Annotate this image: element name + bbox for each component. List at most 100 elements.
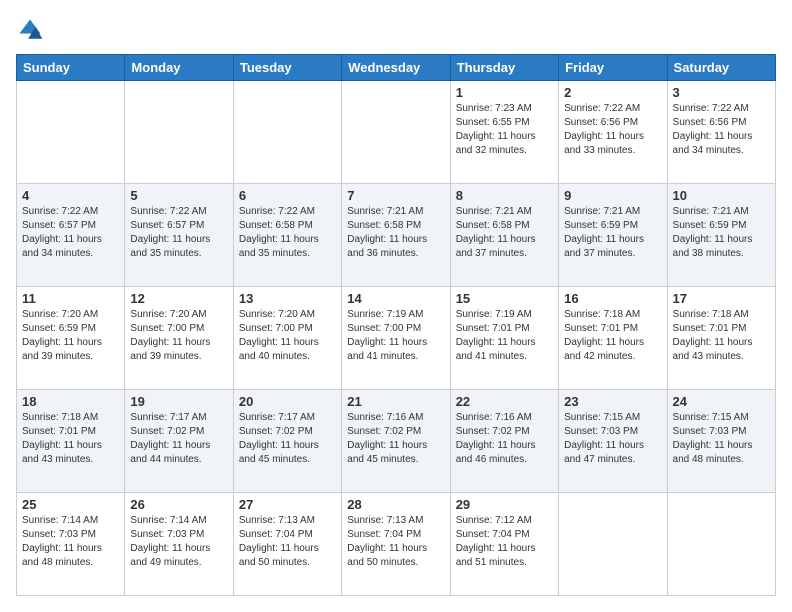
day-number: 19 <box>130 394 227 409</box>
day-info: Sunrise: 7:20 AM Sunset: 7:00 PM Dayligh… <box>239 308 336 364</box>
calendar-cell: 13 Sunrise: 7:20 AM Sunset: 7:00 PM Dayli… <box>233 287 341 390</box>
day-number: 15 <box>456 291 553 306</box>
day-info: Sunrise: 7:21 AM Sunset: 6:58 PM Dayligh… <box>347 205 444 261</box>
calendar-cell: 18Sunrise: 7:18 AM Sunset: 7:01 PM Dayli… <box>17 390 125 493</box>
day-number: 12 <box>130 291 227 306</box>
day-number: 11 <box>22 291 119 306</box>
calendar-cell <box>233 81 341 184</box>
calendar-cell: 4 Sunrise: 7:22 AM Sunset: 6:57 PM Daylig… <box>17 184 125 287</box>
calendar-week-row: 25 Sunrise: 7:14 AM Sunset: 7:03 PM Dayli… <box>17 493 776 596</box>
calendar-cell: 29 Sunrise: 7:12 AM Sunset: 7:04 PM Dayli… <box>450 493 558 596</box>
calendar-cell: 23 Sunrise: 7:15 AM Sunset: 7:03 PM Dayli… <box>559 390 667 493</box>
day-info: Sunrise: 7:14 AM Sunset: 7:03 PM Dayligh… <box>130 514 227 570</box>
day-info: Sunrise: 7:19 AM Sunset: 7:00 PM Dayligh… <box>347 308 444 364</box>
day-number: 8 <box>456 188 553 203</box>
day-number: 5 <box>130 188 227 203</box>
page: SundayMondayTuesdayWednesdayThursdayFrid… <box>0 0 792 612</box>
calendar-cell <box>125 81 233 184</box>
day-number: 14 <box>347 291 444 306</box>
calendar-cell: 21 Sunrise: 7:16 AM Sunset: 7:02 PM Dayli… <box>342 390 450 493</box>
day-number: 9 <box>564 188 661 203</box>
day-info: Sunrise: 7:20 AM Sunset: 6:59 PM Dayligh… <box>22 308 119 364</box>
calendar-header-sunday: Sunday <box>17 55 125 81</box>
calendar-cell: 7 Sunrise: 7:21 AM Sunset: 6:58 PM Daylig… <box>342 184 450 287</box>
calendar-cell: 17 Sunrise: 7:18 AM Sunset: 7:01 PM Dayli… <box>667 287 775 390</box>
day-number: 23 <box>564 394 661 409</box>
calendar-cell: 8 Sunrise: 7:21 AM Sunset: 6:58 PM Daylig… <box>450 184 558 287</box>
calendar-week-row: 1 Sunrise: 7:23 AM Sunset: 6:55 PM Daylig… <box>17 81 776 184</box>
day-info: Sunrise: 7:22 AM Sunset: 6:56 PM Dayligh… <box>564 102 661 158</box>
day-number: 25 <box>22 497 119 512</box>
day-number: 28 <box>347 497 444 512</box>
calendar-cell: 24 Sunrise: 7:15 AM Sunset: 7:03 PM Dayli… <box>667 390 775 493</box>
calendar-cell: 12 Sunrise: 7:20 AM Sunset: 7:00 PM Dayli… <box>125 287 233 390</box>
day-number: 10 <box>673 188 770 203</box>
day-info: Sunrise: 7:18 AM Sunset: 7:01 PM Dayligh… <box>564 308 661 364</box>
day-info: Sunrise: 7:22 AM Sunset: 6:57 PM Dayligh… <box>130 205 227 261</box>
calendar-cell <box>342 81 450 184</box>
day-info: Sunrise: 7:17 AM Sunset: 7:02 PM Dayligh… <box>130 411 227 467</box>
day-info: Sunrise: 7:13 AM Sunset: 7:04 PM Dayligh… <box>239 514 336 570</box>
header <box>16 16 776 44</box>
calendar-header-friday: Friday <box>559 55 667 81</box>
calendar-cell: 14 Sunrise: 7:19 AM Sunset: 7:00 PM Dayli… <box>342 287 450 390</box>
day-info: Sunrise: 7:14 AM Sunset: 7:03 PM Dayligh… <box>22 514 119 570</box>
calendar-cell: 3 Sunrise: 7:22 AM Sunset: 6:56 PM Daylig… <box>667 81 775 184</box>
day-info: Sunrise: 7:16 AM Sunset: 7:02 PM Dayligh… <box>456 411 553 467</box>
calendar-cell: 10 Sunrise: 7:21 AM Sunset: 6:59 PM Dayli… <box>667 184 775 287</box>
calendar-cell: 25 Sunrise: 7:14 AM Sunset: 7:03 PM Dayli… <box>17 493 125 596</box>
calendar-cell: 2 Sunrise: 7:22 AM Sunset: 6:56 PM Daylig… <box>559 81 667 184</box>
day-info: Sunrise: 7:22 AM Sunset: 6:57 PM Dayligh… <box>22 205 119 261</box>
calendar-cell: 11 Sunrise: 7:20 AM Sunset: 6:59 PM Dayli… <box>17 287 125 390</box>
day-number: 16 <box>564 291 661 306</box>
day-info: Sunrise: 7:12 AM Sunset: 7:04 PM Dayligh… <box>456 514 553 570</box>
calendar-cell: 27 Sunrise: 7:13 AM Sunset: 7:04 PM Dayli… <box>233 493 341 596</box>
calendar-header-row: SundayMondayTuesdayWednesdayThursdayFrid… <box>17 55 776 81</box>
day-info: Sunrise: 7:18 AM Sunset: 7:01 PM Dayligh… <box>673 308 770 364</box>
day-info: Sunrise: 7:15 AM Sunset: 7:03 PM Dayligh… <box>673 411 770 467</box>
calendar-cell: 19 Sunrise: 7:17 AM Sunset: 7:02 PM Dayli… <box>125 390 233 493</box>
calendar-cell: 6 Sunrise: 7:22 AM Sunset: 6:58 PM Daylig… <box>233 184 341 287</box>
calendar-cell: 1 Sunrise: 7:23 AM Sunset: 6:55 PM Daylig… <box>450 81 558 184</box>
calendar-cell: 26 Sunrise: 7:14 AM Sunset: 7:03 PM Dayli… <box>125 493 233 596</box>
day-number: 21 <box>347 394 444 409</box>
calendar-header-thursday: Thursday <box>450 55 558 81</box>
day-info: Sunrise: 7:15 AM Sunset: 7:03 PM Dayligh… <box>564 411 661 467</box>
calendar-cell <box>667 493 775 596</box>
day-number: 27 <box>239 497 336 512</box>
day-number: 3 <box>673 85 770 100</box>
day-number: 26 <box>130 497 227 512</box>
day-number: 20 <box>239 394 336 409</box>
day-number: 24 <box>673 394 770 409</box>
day-info: Sunrise: 7:16 AM Sunset: 7:02 PM Dayligh… <box>347 411 444 467</box>
day-info: Sunrise: 7:17 AM Sunset: 7:02 PM Dayligh… <box>239 411 336 467</box>
logo-icon <box>16 16 44 44</box>
calendar-cell <box>17 81 125 184</box>
day-number: 4 <box>22 188 119 203</box>
day-info: Sunrise: 7:21 AM Sunset: 6:59 PM Dayligh… <box>673 205 770 261</box>
calendar-header-wednesday: Wednesday <box>342 55 450 81</box>
calendar-cell: 28 Sunrise: 7:13 AM Sunset: 7:04 PM Dayli… <box>342 493 450 596</box>
day-number: 2 <box>564 85 661 100</box>
day-number: 7 <box>347 188 444 203</box>
calendar-cell <box>559 493 667 596</box>
day-info: Sunrise: 7:13 AM Sunset: 7:04 PM Dayligh… <box>347 514 444 570</box>
day-info: Sunrise: 7:21 AM Sunset: 6:58 PM Dayligh… <box>456 205 553 261</box>
logo <box>16 16 48 44</box>
day-number: 13 <box>239 291 336 306</box>
day-number: 1 <box>456 85 553 100</box>
day-info: Sunrise: 7:23 AM Sunset: 6:55 PM Dayligh… <box>456 102 553 158</box>
day-info: Sunrise: 7:19 AM Sunset: 7:01 PM Dayligh… <box>456 308 553 364</box>
day-number: 22 <box>456 394 553 409</box>
day-info: Sunrise: 7:20 AM Sunset: 7:00 PM Dayligh… <box>130 308 227 364</box>
day-number: 17 <box>673 291 770 306</box>
day-info: Sunrise: 7:22 AM Sunset: 6:56 PM Dayligh… <box>673 102 770 158</box>
day-number: 29 <box>456 497 553 512</box>
calendar-table: SundayMondayTuesdayWednesdayThursdayFrid… <box>16 54 776 596</box>
day-number: 6 <box>239 188 336 203</box>
calendar-header-tuesday: Tuesday <box>233 55 341 81</box>
calendar-week-row: 18Sunrise: 7:18 AM Sunset: 7:01 PM Dayli… <box>17 390 776 493</box>
calendar-cell: 22 Sunrise: 7:16 AM Sunset: 7:02 PM Dayli… <box>450 390 558 493</box>
day-info: Sunrise: 7:18 AM Sunset: 7:01 PM Dayligh… <box>22 411 119 467</box>
day-info: Sunrise: 7:22 AM Sunset: 6:58 PM Dayligh… <box>239 205 336 261</box>
